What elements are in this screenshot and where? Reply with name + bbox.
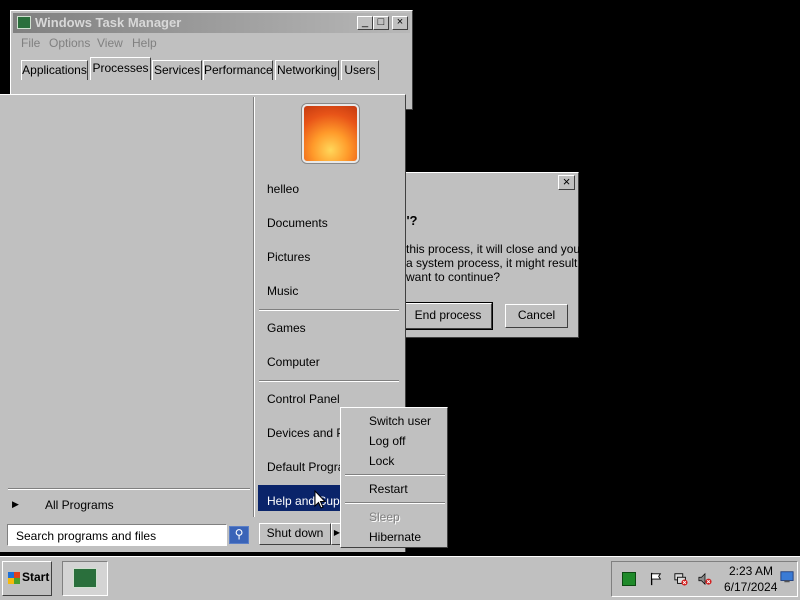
tab-users[interactable]: Users xyxy=(341,60,379,80)
dialog-body-line: this process, it will close and you xyxy=(406,242,581,256)
maximize-button[interactable]: □ xyxy=(373,16,389,30)
user-avatar[interactable] xyxy=(302,104,359,163)
search-input[interactable]: Search programs and files xyxy=(7,524,227,546)
dialog-body-line: want to continue? xyxy=(406,270,501,284)
tab-services[interactable]: Services xyxy=(152,60,202,80)
taskbar: Start 2:23 AM 6/17/2024 xyxy=(0,556,800,600)
search-icon[interactable]: ⚲ xyxy=(229,526,249,544)
task-manager-icon xyxy=(73,568,97,588)
menu-view[interactable]: View xyxy=(97,36,123,50)
action-center-icon[interactable] xyxy=(622,572,636,586)
start-item-games[interactable]: Games xyxy=(267,321,306,335)
task-manager-icon xyxy=(17,16,31,29)
start-item-devices-printers[interactable]: Devices and Pr xyxy=(267,426,348,440)
separator xyxy=(8,488,250,490)
dialog-titlebar[interactable] xyxy=(406,175,576,193)
close-button[interactable]: × xyxy=(392,16,408,30)
menu-help[interactable]: Help xyxy=(132,36,157,50)
start-item-user[interactable]: helleo xyxy=(267,182,299,196)
menu-hibernate[interactable]: Hibernate xyxy=(369,530,421,544)
separator xyxy=(345,474,445,476)
task-manager-menubar: File Options View Help xyxy=(21,36,401,52)
tab-applications[interactable]: Applications xyxy=(21,60,88,80)
search-placeholder: Search programs and files xyxy=(16,529,157,543)
show-desktop-icon[interactable] xyxy=(780,570,794,584)
end-process-dialog: × ke'? this process, it will close and y… xyxy=(392,172,590,338)
start-menu-divider xyxy=(253,97,255,517)
shutdown-options-menu: Switch user Log off Lock Restart Sleep H… xyxy=(340,407,448,548)
start-menu-programs-pane xyxy=(2,97,253,517)
dialog-close-button[interactable]: × xyxy=(558,175,575,190)
cancel-button[interactable]: Cancel xyxy=(505,304,568,328)
clock-date[interactable]: 6/17/2024 xyxy=(724,580,777,594)
windows-logo-icon xyxy=(8,571,20,584)
start-item-music[interactable]: Music xyxy=(267,284,298,298)
start-item-pictures[interactable]: Pictures xyxy=(267,250,310,264)
menu-options[interactable]: Options xyxy=(49,36,90,50)
taskbar-task-manager-button[interactable] xyxy=(62,561,108,596)
flag-icon[interactable] xyxy=(649,572,663,586)
start-button[interactable]: Start xyxy=(2,561,52,596)
shutdown-button[interactable]: Shut down xyxy=(259,523,331,545)
minimize-button[interactable]: _ xyxy=(357,16,373,30)
tab-performance[interactable]: Performance xyxy=(203,60,273,80)
start-label: Start xyxy=(22,570,50,584)
mouse-cursor-icon xyxy=(314,490,327,509)
dialog-body-line: a system process, it might result in xyxy=(406,256,591,270)
task-manager-title: Windows Task Manager xyxy=(35,15,182,30)
start-item-control-panel[interactable]: Control Panel xyxy=(267,392,340,406)
volume-muted-icon[interactable] xyxy=(698,572,712,586)
menu-lock[interactable]: Lock xyxy=(369,454,394,468)
start-item-documents[interactable]: Documents xyxy=(267,216,328,230)
tab-networking[interactable]: Networking xyxy=(275,60,339,80)
all-programs-item[interactable]: All Programs xyxy=(45,498,114,512)
start-item-computer[interactable]: Computer xyxy=(267,355,320,369)
separator xyxy=(259,309,399,311)
menu-sleep: Sleep xyxy=(369,510,400,524)
end-process-button[interactable]: End process xyxy=(403,302,493,330)
tab-processes[interactable]: Processes xyxy=(90,57,151,80)
menu-restart[interactable]: Restart xyxy=(369,482,408,496)
all-programs-arrow-icon: ▶ xyxy=(12,499,19,509)
system-tray: 2:23 AM 6/17/2024 xyxy=(611,561,798,597)
menu-switch-user[interactable]: Switch user xyxy=(369,414,431,428)
network-error-icon[interactable] xyxy=(674,572,688,586)
separator xyxy=(345,502,445,504)
menu-log-off[interactable]: Log off xyxy=(369,434,405,448)
task-manager-titlebar[interactable]: Windows Task Manager _ □ × xyxy=(13,13,410,33)
menu-file[interactable]: File xyxy=(21,36,40,50)
clock-time[interactable]: 2:23 AM xyxy=(729,564,773,578)
separator xyxy=(259,380,399,382)
